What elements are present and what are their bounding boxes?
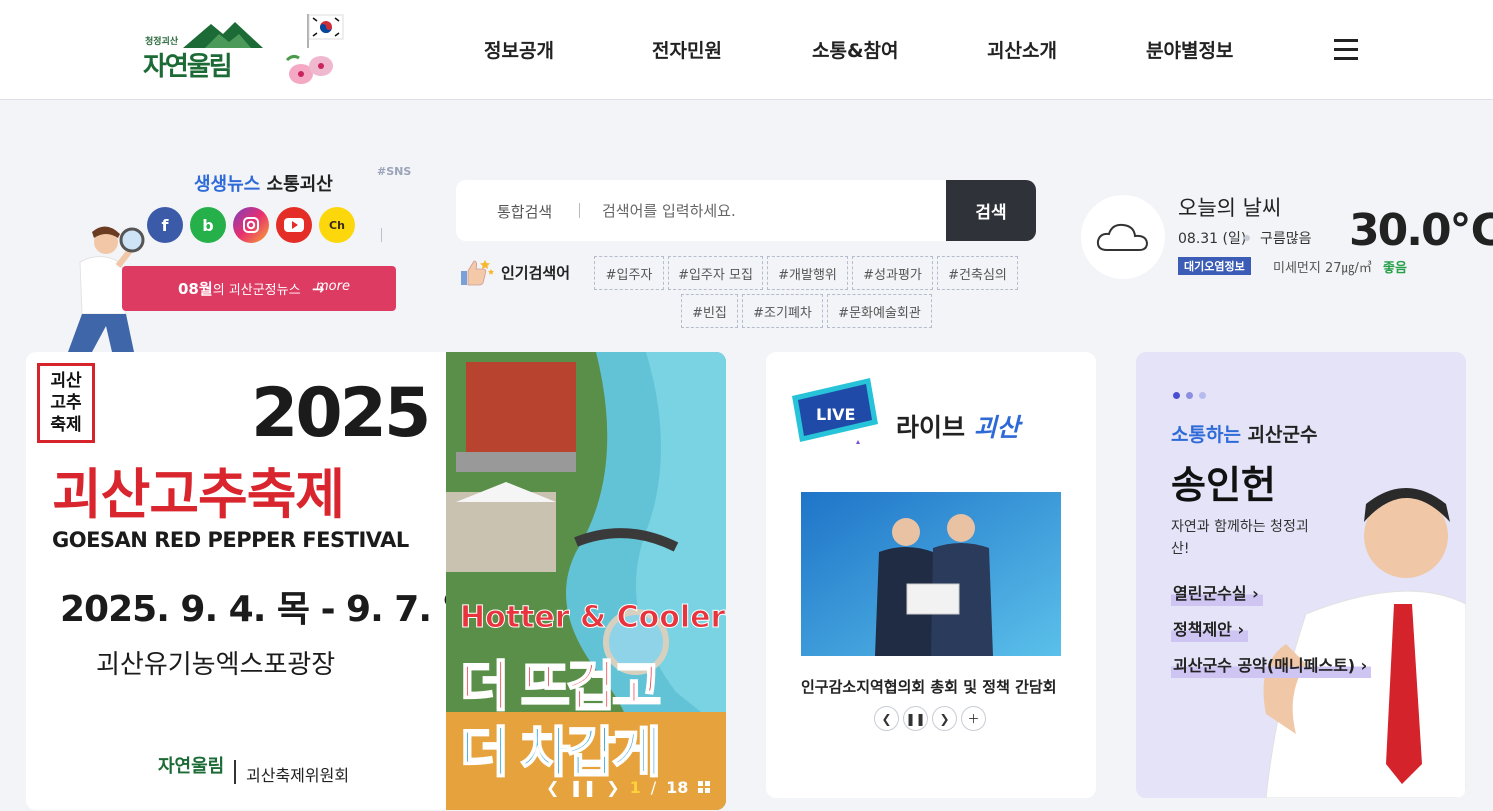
- popular-tag[interactable]: #입주자: [594, 256, 664, 290]
- weather-date: 08.31 (일): [1178, 231, 1247, 247]
- monthly-news-button[interactable]: 08월의 괴산군정뉴스 → more: [122, 266, 396, 311]
- live-goesan-panel: LIVE 라이브 괴산 인구감소지역협의회 총회 및 정책 간담회 ❮ ❚❚ ❯…: [766, 352, 1096, 798]
- slide-separator: /: [650, 777, 657, 797]
- popular-tag[interactable]: #조기폐차: [742, 294, 823, 328]
- search-button[interactable]: 검색: [946, 180, 1036, 241]
- cloud-icon: [1096, 223, 1149, 251]
- festival-title: 괴산고추축제: [52, 463, 345, 526]
- banner-controls: ❮ ❚❚ ❯ 1 / 18: [546, 772, 711, 802]
- prev-icon[interactable]: ❮: [874, 706, 899, 731]
- air-quality-badge[interactable]: 대기오염정보: [1178, 257, 1251, 275]
- blog-icon[interactable]: b: [190, 207, 226, 243]
- thumbs-up-icon: [461, 260, 494, 286]
- festival-slogan-en: Hotter & Cooler: [459, 600, 726, 636]
- divider: [381, 228, 382, 242]
- pause-icon[interactable]: ❚❚: [903, 706, 928, 731]
- organizer-logo: 자연울림: [158, 756, 225, 777]
- nav-about-goesan[interactable]: 괴산소개: [987, 36, 1057, 63]
- weather-temperature: 30.0℃: [1349, 205, 1493, 256]
- site-header: 청정괴산 자연울림 정보공개 전자민원 소통&참여 괴산소개 분야별정보: [0, 0, 1493, 100]
- svg-text:LIVE: LIVE: [816, 405, 855, 424]
- mayor-manifesto-link[interactable]: 괴산군수 공약(매니페스토) ›: [1171, 652, 1372, 678]
- festival-banner[interactable]: 괴산고추축제 2025 괴산고추축제 GOESAN RED PEPPER FES…: [26, 352, 726, 810]
- youtube-icon[interactable]: [276, 207, 312, 243]
- prev-icon[interactable]: ❮: [546, 778, 559, 797]
- popular-keywords-label: 인기검색어: [457, 257, 570, 287]
- mayor-photo: [1263, 488, 1466, 798]
- sns-icons: f b Ch: [147, 207, 355, 243]
- nav-info-disclosure[interactable]: 정보공개: [484, 36, 554, 63]
- popular-tag[interactable]: #개발행위: [767, 256, 848, 290]
- pause-icon[interactable]: ❚❚: [569, 778, 596, 797]
- plus-icon[interactable]: ＋: [961, 706, 986, 731]
- weather-title: 오늘의 날씨: [1178, 196, 1282, 220]
- nav-e-civil[interactable]: 전자민원: [652, 36, 722, 63]
- open-mayor-office-link[interactable]: 열린군수실 ›: [1171, 580, 1263, 606]
- search-input[interactable]: [602, 196, 932, 226]
- popular-tag[interactable]: #건축심의: [937, 256, 1018, 290]
- festival-place: 괴산유기농엑스포광장: [96, 650, 336, 680]
- mayor-panel: 소통하는 괴산군수 송인헌 자연과 함께하는 청정괴산! 열린군수실 › 정책제…: [1136, 352, 1466, 798]
- search-category[interactable]: 통합검색: [497, 201, 552, 222]
- slide-current: 1: [629, 777, 641, 797]
- korean-flag-icon: [307, 14, 344, 48]
- mountain-logo-icon: [183, 22, 263, 48]
- sns-vertical-label: #SNS: [377, 165, 412, 178]
- mugunghwa-flower-icon: [285, 54, 333, 84]
- news-text: 의 괴산군정뉴스: [212, 283, 301, 298]
- popular-tag[interactable]: #성과평가: [852, 256, 933, 290]
- live-logo-icon: LIVE: [792, 378, 878, 444]
- separator-dot: [1244, 235, 1250, 241]
- kakao-channel-icon[interactable]: Ch: [319, 207, 355, 243]
- popular-tag[interactable]: #입주자 모집: [668, 256, 763, 290]
- popular-tag[interactable]: #빈집: [681, 294, 738, 328]
- nav-field-info[interactable]: 분야별정보: [1146, 36, 1233, 63]
- live-news-caption[interactable]: 인구감소지역협의회 총회 및 정책 간담회: [801, 676, 1063, 697]
- fine-dust-status: 좋음: [1383, 261, 1407, 276]
- divider: [234, 760, 236, 784]
- grid-view-icon[interactable]: [698, 778, 711, 797]
- divider: [579, 203, 580, 218]
- decorative-dots: [1173, 392, 1206, 399]
- live-goesan-title: 라이브 괴산: [896, 413, 1020, 442]
- nav-participation[interactable]: 소통&참여: [812, 36, 899, 63]
- site-logo[interactable]: 청정괴산 자연울림: [143, 20, 263, 82]
- slide-total: 18: [666, 777, 689, 797]
- sns-title: 생생뉴스 소통괴산: [194, 174, 333, 195]
- festival-year: 2025: [251, 374, 431, 453]
- fine-dust-value: 미세먼지 27㎍/㎥: [1273, 261, 1372, 276]
- policy-proposal-link[interactable]: 정책제안 ›: [1171, 616, 1249, 642]
- festival-date: 2025. 9. 4. 목 - 9. 7. 일: [60, 589, 476, 630]
- instagram-icon[interactable]: [233, 207, 269, 243]
- menu-icon[interactable]: [1334, 39, 1358, 61]
- logo-text: 자연울림: [143, 52, 233, 82]
- festival-title-en: GOESAN RED PEPPER FESTIVAL: [52, 528, 409, 552]
- more-link: more: [316, 279, 350, 294]
- mayor-subtitle: 소통하는 괴산군수: [1171, 424, 1318, 446]
- festival-seal: 괴산고추축제: [37, 363, 95, 443]
- weather-condition: 구름많음: [1260, 231, 1312, 247]
- news-month: 08월: [178, 280, 213, 298]
- next-icon[interactable]: ❯: [932, 706, 957, 731]
- next-icon[interactable]: ❯: [606, 778, 619, 797]
- live-news-photo[interactable]: [801, 492, 1061, 656]
- popular-tag[interactable]: #문화예술회관: [827, 294, 932, 328]
- search-bar: 통합검색 검색: [456, 180, 1036, 241]
- festival-organizer: 괴산축제위원회: [246, 766, 350, 785]
- weather-icon-circle: [1081, 195, 1165, 279]
- live-controls: ❮ ❚❚ ❯ ＋: [874, 706, 986, 731]
